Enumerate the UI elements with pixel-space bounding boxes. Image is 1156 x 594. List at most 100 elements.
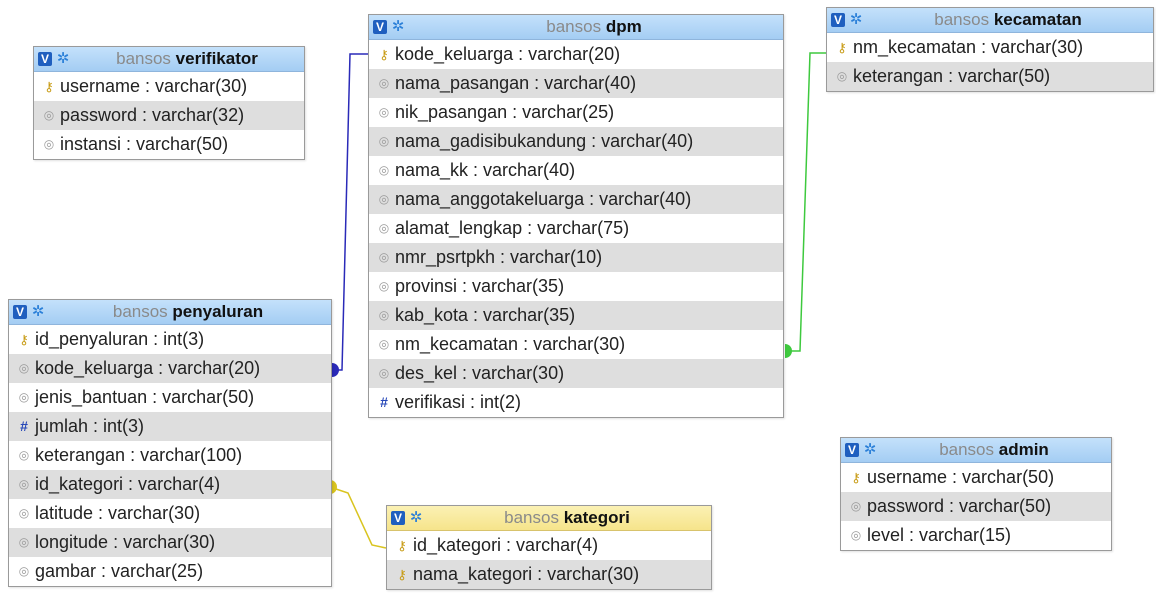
table-penyaluran[interactable]: V ✲ bansos penyaluran ⚷ id_penyaluran : i…	[8, 299, 332, 587]
column-icon: ◎	[378, 221, 390, 235]
table-dpm[interactable]: V ✲ bansos dpm ⚷ kode_keluarga : varchar(…	[368, 14, 784, 418]
column-row[interactable]: ◎ kode_keluarga : varchar(20)	[9, 354, 331, 383]
gear-icon[interactable]: ✲	[56, 51, 70, 66]
column-label: id_kategori : varchar(4)	[413, 535, 599, 555]
collapse-v-icon[interactable]: V	[845, 443, 859, 457]
column-icon: ◎	[43, 108, 55, 122]
column-row[interactable]: ⚷ kode_keluarga : varchar(20)	[369, 40, 783, 69]
table-header[interactable]: V ✲ bansos verifikator	[34, 47, 304, 72]
column-row[interactable]: ⚷ id_kategori : varchar(4)	[387, 531, 711, 560]
column-row[interactable]: ◎ keterangan : varchar(100)	[9, 441, 331, 470]
collapse-v-icon[interactable]: V	[38, 52, 52, 66]
table-title: bansos admin	[881, 438, 1107, 462]
column-row[interactable]: ◎ alamat_lengkap : varchar(75)	[369, 214, 783, 243]
column-label: password : varchar(32)	[60, 105, 245, 125]
column-row[interactable]: ◎ nama_pasangan : varchar(40)	[369, 69, 783, 98]
table-admin[interactable]: V ✲ bansos admin ⚷ username : varchar(50)…	[840, 437, 1112, 551]
column-row[interactable]: ◎ instansi : varchar(50)	[34, 130, 304, 159]
key-icon: ⚷	[837, 40, 847, 55]
column-row[interactable]: ⚷ nm_kecamatan : varchar(30)	[827, 33, 1153, 62]
column-icon: ◎	[378, 134, 390, 148]
column-label: level : varchar(15)	[867, 525, 1012, 545]
column-row[interactable]: ◎ nm_kecamatan : varchar(30)	[369, 330, 783, 359]
column-label: nama_anggotakeluarga : varchar(40)	[395, 189, 692, 209]
column-row[interactable]: ◎ provinsi : varchar(35)	[369, 272, 783, 301]
column-row[interactable]: ◎ level : varchar(15)	[841, 521, 1111, 550]
table-title: bansos kecamatan	[867, 8, 1149, 32]
column-label: kab_kota : varchar(35)	[395, 305, 576, 325]
table-header[interactable]: V ✲ bansos kategori	[387, 506, 711, 531]
column-row[interactable]: ◎ des_kel : varchar(30)	[369, 359, 783, 388]
column-row[interactable]: ◎ nik_pasangan : varchar(25)	[369, 98, 783, 127]
relation-endpoint-nm-kecamatan	[785, 344, 792, 358]
column-row[interactable]: ◎ password : varchar(32)	[34, 101, 304, 130]
column-icon: ◎	[378, 308, 390, 322]
column-row[interactable]: ◎ nama_kk : varchar(40)	[369, 156, 783, 185]
column-icon: ◎	[18, 448, 30, 462]
column-icon: ◎	[378, 192, 390, 206]
gear-icon[interactable]: ✲	[31, 304, 45, 319]
column-icon: ◎	[18, 506, 30, 520]
column-icon: ◎	[378, 163, 390, 177]
table-header[interactable]: V ✲ bansos dpm	[369, 15, 783, 40]
gear-icon[interactable]: ✲	[849, 12, 863, 27]
column-row[interactable]: ◎ jenis_bantuan : varchar(50)	[9, 383, 331, 412]
collapse-v-icon[interactable]: V	[373, 20, 387, 34]
column-icon: ◎	[18, 535, 30, 549]
column-label: nm_kecamatan : varchar(30)	[853, 37, 1084, 57]
column-label: nmr_psrtpkh : varchar(10)	[395, 247, 603, 267]
column-icon: ◎	[378, 105, 390, 119]
gear-icon[interactable]: ✲	[391, 19, 405, 34]
collapse-v-icon[interactable]: V	[13, 305, 27, 319]
table-name: admin	[998, 440, 1049, 459]
column-row[interactable]: ◎ latitude : varchar(30)	[9, 499, 331, 528]
column-row[interactable]: ◎ nama_anggotakeluarga : varchar(40)	[369, 185, 783, 214]
relation-line-nm-kecamatan	[785, 52, 826, 352]
column-icon: ◎	[18, 361, 30, 375]
column-row[interactable]: ◎ nmr_psrtpkh : varchar(10)	[369, 243, 783, 272]
column-label: nama_kategori : varchar(30)	[413, 564, 640, 584]
column-label: nama_kk : varchar(40)	[395, 160, 576, 180]
table-header[interactable]: V ✲ bansos penyaluran	[9, 300, 331, 325]
table-header[interactable]: V ✲ bansos kecamatan	[827, 8, 1153, 33]
column-label: id_kategori : varchar(4)	[35, 474, 221, 494]
table-title: bansos dpm	[409, 15, 779, 39]
collapse-v-icon[interactable]: V	[831, 13, 845, 27]
table-kecamatan[interactable]: V ✲ bansos kecamatan ⚷ nm_kecamatan : var…	[826, 7, 1154, 92]
column-row[interactable]: ⚷ id_penyaluran : int(3)	[9, 325, 331, 354]
table-title: bansos penyaluran	[49, 300, 327, 324]
table-header[interactable]: V ✲ bansos admin	[841, 438, 1111, 463]
column-label: provinsi : varchar(35)	[395, 276, 565, 296]
column-label: des_kel : varchar(30)	[395, 363, 565, 383]
column-row[interactable]: ⚷ username : varchar(30)	[34, 72, 304, 101]
numeric-icon: #	[20, 418, 28, 434]
table-title: bansos verifikator	[74, 47, 300, 71]
column-icon: ◎	[43, 137, 55, 151]
column-icon: ◎	[18, 390, 30, 404]
column-icon: ◎	[378, 337, 390, 351]
column-row[interactable]: ◎ kab_kota : varchar(35)	[369, 301, 783, 330]
column-row[interactable]: ◎ password : varchar(50)	[841, 492, 1111, 521]
column-label: alamat_lengkap : varchar(75)	[395, 218, 630, 238]
column-row[interactable]: ⚷ nama_kategori : varchar(30)	[387, 560, 711, 589]
collapse-v-icon[interactable]: V	[391, 511, 405, 525]
relation-line-id-kategori	[329, 486, 387, 549]
column-row[interactable]: ⚷ username : varchar(50)	[841, 463, 1111, 492]
table-kategori[interactable]: V ✲ bansos kategori ⚷ id_kategori : varch…	[386, 505, 712, 590]
column-label: jenis_bantuan : varchar(50)	[35, 387, 255, 407]
table-name: dpm	[605, 17, 642, 36]
column-row[interactable]: ◎ id_kategori : varchar(4)	[9, 470, 331, 499]
gear-icon[interactable]: ✲	[409, 510, 423, 525]
gear-icon[interactable]: ✲	[863, 442, 877, 457]
column-row[interactable]: ◎ gambar : varchar(25)	[9, 557, 331, 586]
column-row[interactable]: ◎ keterangan : varchar(50)	[827, 62, 1153, 91]
column-row[interactable]: # verifikasi : int(2)	[369, 388, 783, 417]
table-verifikator[interactable]: V ✲ bansos verifikator ⚷ username : varch…	[33, 46, 305, 160]
column-row[interactable]: # jumlah : int(3)	[9, 412, 331, 441]
column-label: jumlah : int(3)	[35, 416, 145, 436]
column-row[interactable]: ◎ nama_gadisibukandung : varchar(40)	[369, 127, 783, 156]
column-icon: ◎	[378, 366, 390, 380]
column-row[interactable]: ◎ longitude : varchar(30)	[9, 528, 331, 557]
column-label: password : varchar(50)	[867, 496, 1052, 516]
database-name: bansos	[546, 17, 602, 36]
